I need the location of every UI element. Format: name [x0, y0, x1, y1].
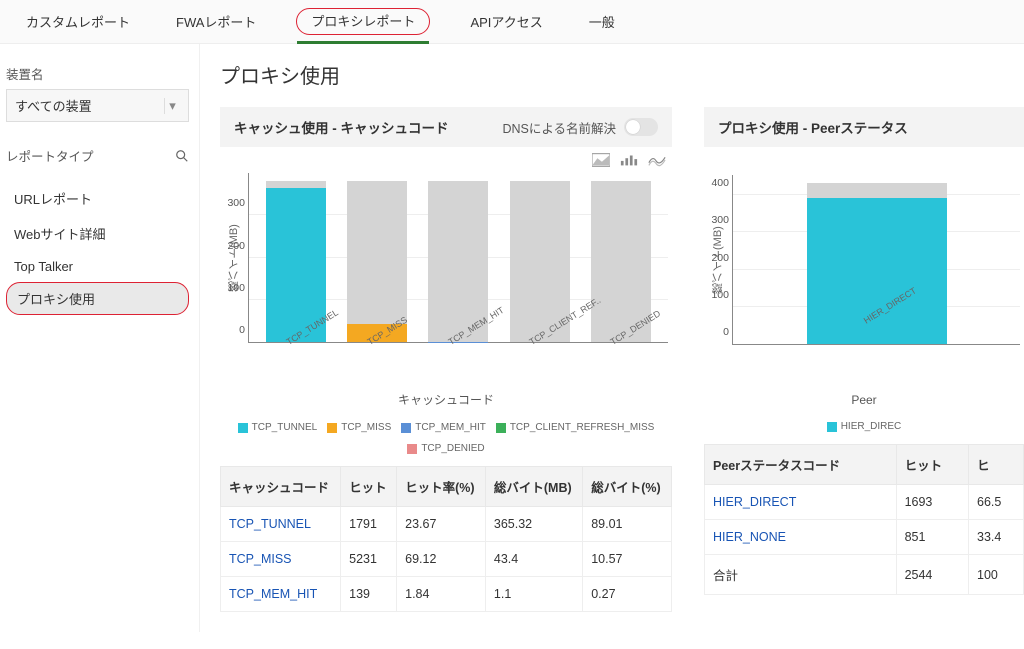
- legend-label: TCP_MEM_HIT: [415, 422, 486, 433]
- peer-chart-xlabel: Peer: [704, 393, 1024, 407]
- cell: 0.27: [583, 577, 672, 612]
- device-select[interactable]: すべての装置 ▾: [6, 89, 189, 122]
- search-icon[interactable]: [175, 149, 189, 163]
- cell: 33.4: [969, 520, 1024, 555]
- cell: 139: [341, 577, 397, 612]
- table-row: TCP_MEM_HIT 139 1.84 1.1 0.27: [221, 577, 672, 612]
- th[interactable]: Peerステータスコード: [705, 445, 897, 485]
- cell: 23.67: [397, 507, 486, 542]
- chart-bar-icon[interactable]: [620, 153, 638, 167]
- cache-legend: TCP_TUNNEL TCP_MISS TCP_MEM_HIT TCP_CLIE…: [220, 422, 672, 454]
- ytick: 200: [215, 240, 245, 252]
- cell: 100: [969, 555, 1024, 595]
- cell: 66.5: [969, 485, 1024, 520]
- peer-panel: プロキシ使用 - Peerステータス 総バイト(MB) 100 200 300 …: [704, 107, 1024, 612]
- table-row: HIER_DIRECT 1693 66.5: [705, 485, 1024, 520]
- legend-label: TCP_TUNNEL: [252, 422, 318, 433]
- peer-code-link[interactable]: HIER_NONE: [705, 520, 897, 555]
- dns-toggle[interactable]: [624, 118, 658, 136]
- table-row: HIER_NONE 851 33.4: [705, 520, 1024, 555]
- report-type-list: URLレポート Webサイト詳細 Top Talker プロキシ使用: [6, 181, 189, 315]
- chevron-down-icon: ▾: [164, 98, 180, 114]
- tab-fwa-report[interactable]: FWAレポート: [170, 8, 262, 35]
- tab-api-access[interactable]: APIアクセス: [464, 8, 548, 35]
- cell: 1791: [341, 507, 397, 542]
- bar-hier-direct[interactable]: [807, 198, 947, 344]
- main-content: プロキシ使用 キャッシュ使用 - キャッシュコード DNSによる名前解決: [200, 44, 1024, 632]
- legend-label: HIER_DIREC: [841, 421, 902, 432]
- tab-general[interactable]: 一般: [583, 8, 621, 35]
- ytick: 200: [699, 252, 729, 264]
- page-title: プロキシ使用: [220, 60, 1024, 89]
- ytick: 100: [699, 289, 729, 301]
- cell: 1.84: [397, 577, 486, 612]
- sidebar-item-top-talker[interactable]: Top Talker: [6, 251, 189, 282]
- th[interactable]: ヒット: [896, 445, 968, 485]
- table-row: TCP_TUNNEL 1791 23.67 365.32 89.01: [221, 507, 672, 542]
- cell: 5231: [341, 542, 397, 577]
- ytick: 400: [699, 177, 729, 189]
- chart-line-icon[interactable]: [648, 153, 666, 167]
- ytick: 300: [215, 197, 245, 209]
- cache-panel-title: キャッシュ使用 - キャッシュコード: [234, 117, 449, 137]
- cache-table: キャッシュコード ヒット ヒット率(%) 総バイト(MB) 総バイト(%) TC…: [220, 466, 672, 612]
- th[interactable]: ヒット率(%): [397, 467, 486, 507]
- top-nav: カスタムレポート FWAレポート プロキシレポート APIアクセス 一般: [0, 0, 1024, 44]
- report-type-label: レポートタイプ: [6, 146, 94, 165]
- cell: 365.32: [485, 507, 582, 542]
- cell: 合計: [705, 555, 897, 595]
- cell: 851: [896, 520, 968, 555]
- ytick: 300: [699, 214, 729, 226]
- sidebar: 装置名 すべての装置 ▾ レポートタイプ URLレポート Webサイト詳細 To…: [0, 44, 200, 632]
- dns-toggle-group: DNSによる名前解決: [502, 118, 658, 137]
- cache-panel: キャッシュ使用 - キャッシュコード DNSによる名前解決 総バイト(MB) 1…: [220, 107, 672, 612]
- sidebar-item-url-report[interactable]: URLレポート: [6, 181, 189, 216]
- th[interactable]: 総バイト(%): [583, 467, 672, 507]
- peer-legend: HIER_DIREC: [704, 421, 1024, 432]
- cell: 10.57: [583, 542, 672, 577]
- tab-proxy-report[interactable]: プロキシレポート: [296, 8, 430, 35]
- cell: 1.1: [485, 577, 582, 612]
- peer-panel-title: プロキシ使用 - Peerステータス: [718, 117, 908, 137]
- th[interactable]: ヒ: [969, 445, 1024, 485]
- dns-toggle-label: DNSによる名前解決: [502, 118, 616, 137]
- peer-code-link[interactable]: HIER_DIRECT: [705, 485, 897, 520]
- tab-custom-report[interactable]: カスタムレポート: [20, 8, 136, 35]
- ytick: 100: [215, 282, 245, 294]
- device-label: 装置名: [6, 64, 189, 83]
- th[interactable]: 総バイト(MB): [485, 467, 582, 507]
- legend-label: TCP_MISS: [341, 422, 391, 433]
- th[interactable]: ヒット: [341, 467, 397, 507]
- cache-code-link[interactable]: TCP_TUNNEL: [221, 507, 341, 542]
- ytick: 0: [215, 324, 245, 336]
- cell: 1693: [896, 485, 968, 520]
- th[interactable]: キャッシュコード: [221, 467, 341, 507]
- cell: 43.4: [485, 542, 582, 577]
- peer-table: Peerステータスコード ヒット ヒ HIER_DIRECT 1693 66.5…: [704, 444, 1024, 595]
- cache-code-link[interactable]: TCP_MISS: [221, 542, 341, 577]
- ytick: 0: [699, 326, 729, 338]
- cell: 2544: [896, 555, 968, 595]
- device-select-value: すべての装置: [15, 96, 92, 115]
- cell: 89.01: [583, 507, 672, 542]
- sidebar-item-website-detail[interactable]: Webサイト詳細: [6, 216, 189, 251]
- table-row: TCP_MISS 5231 69.12 43.4 10.57: [221, 542, 672, 577]
- cache-chart: 100 200 300 0: [248, 173, 668, 343]
- chart-area-icon[interactable]: [592, 153, 610, 167]
- legend-label: TCP_DENIED: [421, 443, 484, 454]
- sidebar-item-proxy-usage[interactable]: プロキシ使用: [6, 282, 189, 315]
- cell: 69.12: [397, 542, 486, 577]
- cache-code-link[interactable]: TCP_MEM_HIT: [221, 577, 341, 612]
- legend-label: TCP_CLIENT_REFRESH_MISS: [510, 422, 654, 433]
- table-row: 合計 2544 100: [705, 555, 1024, 595]
- cache-chart-xlabel: キャッシュコード: [220, 391, 672, 408]
